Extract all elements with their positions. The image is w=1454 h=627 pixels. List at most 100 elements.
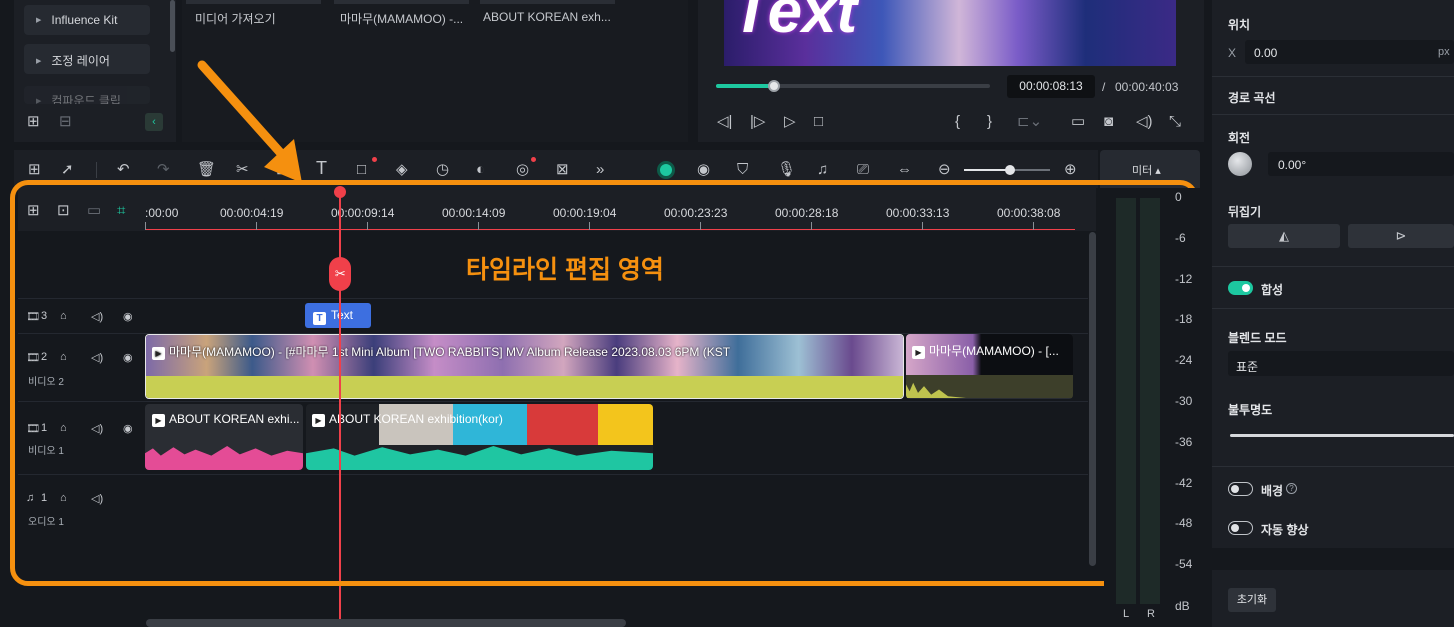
blend-mode-value: 표준 <box>1236 360 1259 374</box>
display-icon[interactable]: ▭ <box>1071 114 1085 130</box>
screen-record-icon[interactable]: ⎚ <box>857 162 869 178</box>
expand-arrow-icon: ▶ <box>36 98 42 104</box>
sidebar-scrollbar[interactable] <box>170 0 175 52</box>
section-divider <box>1212 308 1454 309</box>
rotation-value: 0.00° <box>1278 158 1307 172</box>
meter-scale-label: -54 <box>1175 557 1193 572</box>
auto-enhance-label: 자동 향상 <box>1261 523 1309 537</box>
blend-mode-select[interactable] <box>1228 351 1454 376</box>
x-unit: px <box>1438 46 1450 58</box>
preview-video[interactable]: Text <box>724 0 1176 66</box>
notification-dot <box>531 157 536 162</box>
time-separator: / <box>1102 80 1106 94</box>
ai-assistant-icon[interactable] <box>657 161 675 179</box>
meter-scale-label: -24 <box>1175 353 1193 368</box>
composite-label: 합성 <box>1261 283 1284 297</box>
sidebar-item-adjustment-layer[interactable]: ▶ 조정 레이어 <box>24 44 150 74</box>
mask-icon[interactable]: ◈ <box>396 162 408 178</box>
sidebar-item-influence-kit[interactable]: ▶ Influence Kit <box>24 5 150 35</box>
auto-sync-icon[interactable]: ◉ <box>697 162 710 178</box>
color-icon[interactable]: ◐ <box>476 162 485 178</box>
composite-toggle[interactable] <box>1228 281 1253 295</box>
redo-icon[interactable]: ↷ <box>157 162 170 178</box>
expand-arrow-icon: ▶ <box>36 17 42 24</box>
annotation-highlight-box <box>10 180 1198 586</box>
x-label: X <box>1228 46 1237 60</box>
expand-arrow-icon: ▶ <box>36 58 42 65</box>
background-toggle[interactable] <box>1228 482 1253 496</box>
select-tool-icon[interactable]: ➚ <box>61 162 74 178</box>
previous-frame-icon[interactable]: ◁| <box>717 114 732 130</box>
snapshot-icon[interactable]: ◙ <box>1104 114 1113 130</box>
mark-in-icon[interactable]: { <box>955 114 960 130</box>
section-divider <box>1212 76 1454 77</box>
zoom-in-icon[interactable]: ⊕ <box>1064 162 1077 178</box>
preview-overlay-text: Text <box>732 0 858 46</box>
media-thumb-import[interactable] <box>186 0 321 4</box>
meter-scale-label: -18 <box>1175 312 1193 327</box>
meter-bar-right <box>1140 198 1160 604</box>
stop-icon[interactable]: □ <box>814 114 823 130</box>
meter-bar-left <box>1116 198 1136 604</box>
timeline-horizontal-scrollbar[interactable] <box>146 619 626 627</box>
opacity-label: 불투명도 <box>1228 403 1273 417</box>
media-thumb-mamamoo[interactable] <box>334 0 469 4</box>
current-time-field[interactable]: 00:00:08:13 <box>1007 75 1095 98</box>
media-thumb-korean[interactable] <box>480 0 615 4</box>
undo-icon[interactable]: ↶ <box>117 162 130 178</box>
fit-timeline-icon[interactable]: ⇔ <box>897 162 912 178</box>
playback-progress-handle[interactable] <box>767 80 780 92</box>
sidebar-item-label: 조정 레이어 <box>51 54 110 68</box>
zoom-slider-handle[interactable] <box>1005 165 1015 175</box>
music-list-icon[interactable]: ♫ <box>817 162 828 178</box>
meter-right-label: R <box>1147 608 1155 620</box>
help-icon[interactable]: ? <box>1286 483 1297 494</box>
sidebar-item-label: Influence Kit <box>51 13 118 27</box>
playback-progress-track[interactable] <box>716 80 990 92</box>
zoom-slider-fill <box>964 169 1010 171</box>
path-curve-label: 경로 곡선 <box>1228 91 1276 105</box>
blend-mode-label: 블렌드 모드 <box>1228 331 1287 345</box>
meter-scale-label: -6 <box>1175 230 1186 245</box>
meter-scale-label: 0 <box>1175 190 1182 204</box>
meter-scale-label: -30 <box>1175 394 1193 408</box>
zoom-slider-track[interactable] <box>964 165 1050 175</box>
meter-scale-label: -48 <box>1175 516 1193 531</box>
microphone-icon[interactable]: 🎙 <box>777 162 796 178</box>
playback-progress-fill <box>716 84 774 88</box>
folder-icon[interactable]: ⊟ <box>59 114 72 130</box>
collapse-panel-button[interactable]: ‹ <box>145 113 163 131</box>
rotation-dial[interactable] <box>1228 152 1252 176</box>
next-frame-icon[interactable]: |▷ <box>750 114 765 130</box>
reset-button[interactable]: 초기화 <box>1228 588 1276 612</box>
more-tools-icon[interactable]: » <box>596 162 604 178</box>
fullscreen-icon[interactable]: ⤡ <box>1169 114 1181 130</box>
x-value: 0.00 <box>1254 46 1278 60</box>
ai-tool-icon[interactable]: ◎ <box>516 162 529 178</box>
background-label: 배경 <box>1261 484 1284 498</box>
flip-label: 뒤집기 <box>1228 205 1262 219</box>
sidebar-item-label: 컴파운드 클립 <box>51 94 121 104</box>
shield-icon[interactable]: ⛉ <box>737 162 748 178</box>
layout-icon[interactable]: ⊞ <box>28 162 41 178</box>
mark-out-icon[interactable]: } <box>987 114 992 130</box>
annotation-arrow <box>197 60 302 183</box>
meter-unit: dB <box>1175 599 1190 613</box>
meter-left-label: L <box>1123 608 1130 620</box>
meter-scale-label: -36 <box>1175 434 1193 449</box>
auto-enhance-toggle[interactable] <box>1228 521 1253 535</box>
ai-text-icon[interactable]: ⊠ <box>556 162 569 178</box>
sidebar-item-compound-clip[interactable]: ▶ 컴파운드 클립 <box>24 86 150 104</box>
play-icon[interactable]: ▷ <box>784 114 796 130</box>
volume-icon[interactable]: ◁) <box>1136 114 1153 130</box>
flip-vertical-button[interactable]: ⊳ <box>1348 224 1454 248</box>
marker-dropdown-icon[interactable]: ⊏⌄ <box>1017 114 1042 130</box>
section-divider <box>1212 266 1454 267</box>
shape-tool-icon[interactable]: □ <box>357 162 366 178</box>
position-label: 위치 <box>1228 18 1251 32</box>
speed-icon[interactable]: ◷ <box>436 162 449 178</box>
zoom-out-icon[interactable]: ⊖ <box>938 162 951 178</box>
opacity-slider[interactable] <box>1230 434 1454 437</box>
flip-horizontal-button[interactable]: ◭ <box>1228 224 1340 248</box>
new-folder-icon[interactable]: ⊞ <box>27 114 40 130</box>
